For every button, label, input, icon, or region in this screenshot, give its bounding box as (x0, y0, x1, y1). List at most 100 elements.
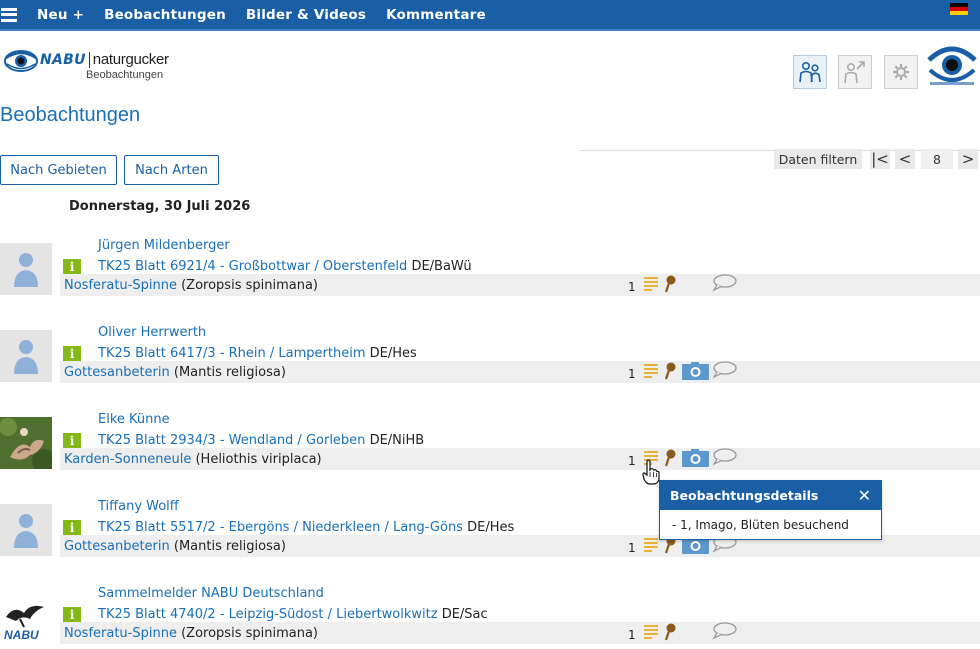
region-code: DE/Hes (369, 346, 417, 361)
top-navigation-bar: Neu + Beobachtungen Bilder & Videos Komm… (0, 0, 980, 31)
comment-icon[interactable] (712, 361, 738, 379)
location: TK25 Blatt 2934/3 - Wendland / Gorleben … (98, 433, 424, 448)
region-code: DE/NiHB (369, 433, 425, 448)
camera-icon[interactable] (682, 449, 709, 467)
map-pin-icon[interactable] (663, 623, 677, 641)
previous-page-button[interactable]: < (895, 149, 915, 169)
species-link[interactable]: Nosferatu-Spinne (64, 278, 177, 293)
info-icon[interactable]: i (63, 607, 81, 622)
avatar[interactable] (0, 504, 52, 556)
logo-divider (88, 51, 90, 68)
observation-entry: i Oliver Herrwerth TK25 Blatt 6417/3 - R… (0, 325, 980, 395)
observer-link[interactable]: Oliver Herrwerth (98, 325, 206, 340)
species-scientific-name: (Zoropsis spinimana) (181, 626, 318, 641)
details-icon[interactable] (643, 275, 659, 291)
avatar[interactable] (0, 330, 52, 382)
count: 1 (628, 280, 636, 294)
location-link[interactable]: TK25 Blatt 2934/3 - Wendland / Gorleben (98, 433, 365, 448)
map-pin-icon[interactable] (663, 449, 677, 467)
next-page-button[interactable]: > (958, 149, 978, 169)
species-row: Gottesanbeterin (Mantis religiosa) 1 (60, 361, 980, 383)
count: 1 (628, 367, 636, 381)
site-logo[interactable]: NABU naturgucker Beobachtungen (4, 44, 169, 81)
placeholder-person-icon (14, 253, 38, 287)
species-scientific-name: (Heliothis viriplaca) (195, 452, 322, 467)
avatar[interactable] (0, 417, 52, 469)
map-pin-icon[interactable] (663, 275, 677, 293)
location-link[interactable]: TK25 Blatt 6921/4 - Großbottwar / Oberst… (98, 259, 407, 274)
first-page-button[interactable]: |< (870, 149, 890, 169)
filter-data-button[interactable]: Daten filtern (774, 149, 862, 169)
details-icon[interactable] (643, 362, 659, 378)
location-link[interactable]: TK25 Blatt 6417/3 - Rhein / Lampertheim (98, 346, 366, 361)
count: 1 (628, 541, 636, 555)
species-link[interactable]: Gottesanbeterin (64, 365, 170, 380)
nav-beobachtungen[interactable]: Beobachtungen (104, 7, 226, 23)
observer-link[interactable]: Tiffany Wolff (98, 499, 179, 514)
location-link[interactable]: TK25 Blatt 4740/2 - Leipzig-Südost / Lie… (98, 607, 438, 622)
person-arrow-icon (844, 61, 865, 84)
logo-brand: NABU (40, 52, 86, 68)
popup-title: Beobachtungsdetails (670, 488, 819, 503)
region-code: DE/BaWü (411, 259, 472, 274)
placeholder-person-icon (14, 340, 38, 374)
tab-nach-arten[interactable]: Nach Arten (124, 155, 219, 185)
count: 1 (628, 628, 636, 642)
details-icon[interactable] (643, 623, 659, 639)
nabu-logo-avatar: NABU (4, 605, 44, 642)
people-button[interactable] (793, 55, 827, 89)
camera-icon[interactable] (682, 362, 709, 380)
nav-kommentare[interactable]: Kommentare (386, 7, 486, 23)
comment-icon[interactable] (712, 448, 738, 466)
date-heading: Donnerstag, 30 Juli 2026 (69, 199, 251, 214)
observer-link[interactable]: Elke Künne (98, 412, 170, 427)
hand-cursor-icon (642, 459, 660, 485)
info-icon[interactable]: i (63, 433, 81, 448)
observer-link[interactable]: Jürgen Mildenberger (98, 238, 230, 253)
info-icon[interactable]: i (63, 520, 81, 535)
location: TK25 Blatt 4740/2 - Leipzig-Südost / Lie… (98, 607, 488, 622)
region-code: DE/Hes (467, 520, 515, 535)
location-link[interactable]: TK25 Blatt 5517/2 - Ebergöns / Niederkle… (98, 520, 463, 535)
current-page-indicator[interactable]: 8 (921, 149, 953, 169)
flag-germany-icon[interactable] (950, 3, 968, 15)
nabu-eye-emblem-icon[interactable] (926, 40, 978, 92)
species-link[interactable]: Nosferatu-Spinne (64, 626, 177, 641)
species-scientific-name: (Mantis religiosa) (173, 539, 286, 554)
moth-photo-thumbnail (0, 417, 52, 469)
species-link[interactable]: Karden-Sonneneule (64, 452, 191, 467)
tab-nach-gebieten[interactable]: Nach Gebieten (0, 155, 117, 185)
hamburger-menu-icon[interactable] (1, 7, 17, 23)
person-arrow-button[interactable] (838, 55, 872, 89)
popup-body: - 1, Imago, Blüten besuchend (672, 518, 849, 532)
nabu-eye-logo-icon (4, 50, 38, 72)
species-row: Nosferatu-Spinne (Zoropsis spinimana) 1 (60, 274, 980, 296)
observation-entry: i Jürgen Mildenberger TK25 Blatt 6921/4 … (0, 238, 980, 308)
popup-header: Beobachtungsdetails ✕ (660, 481, 881, 510)
people-icon (799, 61, 821, 83)
observer-link[interactable]: Sammelmelder NABU Deutschland (98, 586, 324, 601)
avatar[interactable]: NABU (0, 591, 52, 643)
location: TK25 Blatt 5517/2 - Ebergöns / Niederkle… (98, 520, 514, 535)
nav-new[interactable]: Neu + (37, 7, 84, 23)
comment-icon[interactable] (712, 274, 738, 292)
species-scientific-name: (Zoropsis spinimana) (181, 278, 318, 293)
settings-button[interactable] (884, 55, 918, 89)
placeholder-person-icon (14, 514, 38, 548)
location: TK25 Blatt 6921/4 - Großbottwar / Oberst… (98, 259, 472, 274)
observation-details-popup: Beobachtungsdetails ✕ - 1, Imago, Blüten… (659, 480, 882, 540)
count: 1 (628, 454, 636, 468)
species-link[interactable]: Gottesanbeterin (64, 539, 170, 554)
info-icon[interactable]: i (63, 259, 81, 274)
species-scientific-name: (Mantis religiosa) (173, 365, 286, 380)
region-code: DE/Sac (441, 607, 488, 622)
nav-bilder-videos[interactable]: Bilder & Videos (246, 7, 366, 23)
details-icon[interactable] (643, 536, 659, 552)
species-row: Karden-Sonneneule (Heliothis viriplaca) … (60, 448, 980, 470)
avatar[interactable] (0, 243, 52, 295)
comment-icon[interactable] (712, 622, 738, 640)
info-icon[interactable]: i (63, 346, 81, 361)
map-pin-icon[interactable] (663, 362, 677, 380)
observation-entry: i Elke Künne TK25 Blatt 2934/3 - Wendlan… (0, 412, 980, 482)
close-icon[interactable]: ✕ (858, 486, 871, 505)
